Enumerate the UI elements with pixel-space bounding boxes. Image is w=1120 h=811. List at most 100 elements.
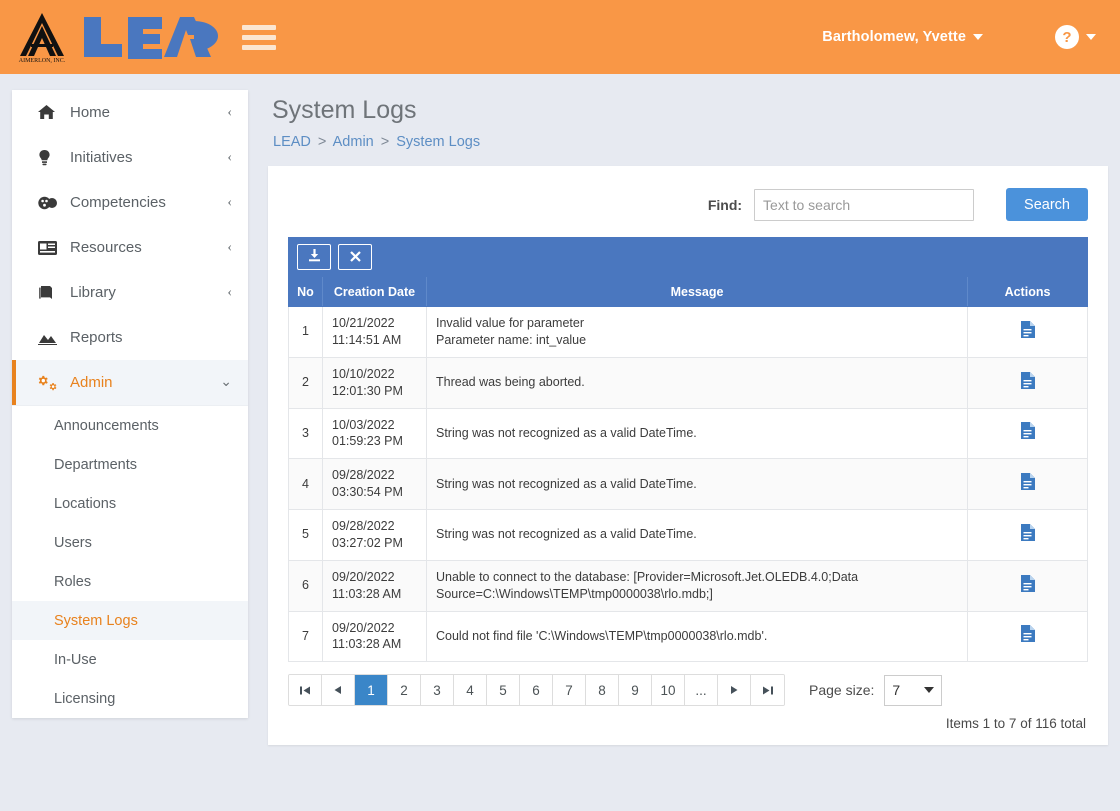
- pagination: 1 2 3 4 5 6 7 8 9 10 ...: [288, 674, 785, 707]
- breadcrumb-separator: >: [380, 134, 390, 150]
- breadcrumb-lead[interactable]: LEAD: [273, 134, 311, 150]
- pagination-next[interactable]: [718, 675, 751, 706]
- hamburger-bar: [242, 44, 276, 50]
- cell-no: 3: [288, 407, 323, 460]
- cell-actions: [967, 509, 1088, 561]
- sidebar-item-admin[interactable]: Admin ⌄: [12, 360, 248, 405]
- medal-icon: [38, 195, 62, 210]
- sidebar-item-departments[interactable]: Departments: [12, 445, 248, 484]
- document-icon[interactable]: [1020, 523, 1035, 546]
- cell-date: 09/20/2022 11:03:28 AM: [322, 559, 427, 612]
- sidebar-item-reports[interactable]: Reports: [12, 315, 248, 360]
- document-icon[interactable]: [1020, 422, 1035, 444]
- pagination-page-9[interactable]: 9: [619, 675, 652, 706]
- search-input[interactable]: [754, 188, 975, 221]
- table-row[interactable]: 1 10/21/2022 11:14:51 AM Invalid value f…: [288, 306, 1088, 358]
- sidebar-item-label: Competencies: [70, 194, 166, 211]
- document-icon[interactable]: [1020, 625, 1035, 647]
- column-header-actions[interactable]: Actions: [967, 277, 1088, 307]
- sidebar-item-roles[interactable]: Roles: [12, 562, 248, 601]
- pagination-page-10[interactable]: 10: [652, 675, 685, 706]
- sidebar-item-initiatives[interactable]: Initiatives ‹: [12, 135, 248, 180]
- app-header: AIMERLON, INC. Bartholomew, Yvette ?: [0, 0, 1120, 74]
- sidebar-item-resources[interactable]: Resources ‹: [12, 225, 248, 270]
- aimerlon-logo-icon: AIMERLON, INC.: [14, 10, 70, 64]
- sidebar-item-label: Resources: [70, 239, 142, 256]
- document-icon[interactable]: [1020, 320, 1035, 343]
- sidebar-subitem-label: Announcements: [54, 417, 159, 434]
- find-label: Find:: [707, 196, 743, 213]
- lead-wordmark-icon: [82, 15, 220, 59]
- pagination-page-3[interactable]: 3: [421, 675, 454, 706]
- cell-actions: [967, 407, 1088, 460]
- search-button[interactable]: Search: [1006, 188, 1088, 221]
- sidebar-subitem-label: In-Use: [54, 651, 97, 668]
- breadcrumb-separator: >: [317, 134, 327, 150]
- chevron-left-icon: ‹: [227, 239, 232, 255]
- pagination-page-1[interactable]: 1: [355, 675, 388, 706]
- page-size-control: Page size: 7: [809, 674, 943, 706]
- document-icon[interactable]: [1020, 574, 1035, 597]
- sidebar-item-locations[interactable]: Locations: [12, 484, 248, 523]
- chevron-left-icon: ‹: [227, 104, 232, 120]
- pagination-page-6[interactable]: 6: [520, 675, 553, 706]
- sidebar-subitem-label: Locations: [54, 495, 117, 512]
- page-size-select[interactable]: 7: [884, 674, 943, 706]
- chevron-down-icon: [1086, 34, 1096, 40]
- chevron-left-icon: ‹: [227, 194, 232, 210]
- sidebar-item-library[interactable]: Library ‹: [12, 270, 248, 315]
- user-menu[interactable]: Bartholomew, Yvette: [822, 29, 983, 45]
- pagination-page-7[interactable]: 7: [553, 675, 586, 706]
- table-row[interactable]: 2 10/10/2022 12:01:30 PM Thread was bein…: [288, 356, 1088, 409]
- sidebar-submenu-admin: Announcements Departments Locations User…: [12, 405, 248, 718]
- table-row[interactable]: 5 09/28/2022 03:27:02 PM String was not …: [288, 509, 1088, 561]
- main-content: System Logs LEAD > Admin > System Logs F…: [268, 96, 1108, 746]
- hamburger-icon[interactable]: [242, 20, 276, 54]
- sidebar-item-users[interactable]: Users: [12, 523, 248, 562]
- table-row[interactable]: 7 09/20/2022 11:03:28 AM Could not find …: [288, 610, 1088, 663]
- table-row[interactable]: 6 09/20/2022 11:03:28 AM Unable to conne…: [288, 559, 1088, 612]
- brand-logo[interactable]: AIMERLON, INC.: [0, 10, 220, 64]
- pagination-ellipsis[interactable]: ...: [685, 675, 718, 706]
- sidebar-item-competencies[interactable]: Competencies ‹: [12, 180, 248, 225]
- cell-date: 10/10/2022 12:01:30 PM: [322, 356, 427, 409]
- column-header-no[interactable]: No: [288, 277, 323, 307]
- column-header-date[interactable]: Creation Date: [322, 277, 427, 307]
- sidebar-item-licensing[interactable]: Licensing: [12, 679, 248, 718]
- pagination-page-8[interactable]: 8: [586, 675, 619, 706]
- cell-date: 10/03/2022 01:59:23 PM: [322, 407, 427, 460]
- sidebar-item-system-logs[interactable]: System Logs: [12, 601, 248, 640]
- sidebar-item-label: Initiatives: [70, 149, 133, 166]
- page-size-label: Page size:: [809, 682, 875, 699]
- export-download-button[interactable]: [297, 244, 331, 270]
- header-right: Bartholomew, Yvette ?: [822, 25, 1120, 49]
- content-card: Find: Search No Creation Date Mes: [268, 166, 1108, 746]
- cell-no: 1: [288, 306, 323, 358]
- pagination-first[interactable]: [289, 675, 322, 706]
- pagination-prev[interactable]: [322, 675, 355, 706]
- document-icon[interactable]: [1020, 371, 1035, 394]
- table-row[interactable]: 4 09/28/2022 03:30:54 PM String was not …: [288, 458, 1088, 510]
- cell-date: 09/28/2022 03:30:54 PM: [322, 458, 427, 510]
- cell-message: Unable to connect to the database: [Prov…: [426, 559, 968, 612]
- pagination-page-2[interactable]: 2: [388, 675, 421, 706]
- sidebar-item-in-use[interactable]: In-Use: [12, 640, 248, 679]
- help-menu[interactable]: ?: [1055, 25, 1096, 49]
- breadcrumb-system-logs[interactable]: System Logs: [396, 134, 480, 150]
- pagination-page-4[interactable]: 4: [454, 675, 487, 706]
- table-row[interactable]: 3 10/03/2022 01:59:23 PM String was not …: [288, 407, 1088, 460]
- clear-filter-button[interactable]: [338, 244, 372, 270]
- document-icon[interactable]: [1020, 473, 1035, 495]
- sidebar-item-label: Admin: [70, 374, 113, 391]
- page-size-value: 7: [892, 682, 901, 699]
- column-header-message[interactable]: Message: [426, 277, 968, 307]
- cell-message: Invalid value for parameter Parameter na…: [426, 306, 968, 358]
- sidebar-subitem-label: System Logs: [54, 612, 138, 629]
- lightbulb-icon: [38, 149, 62, 166]
- pagination-last[interactable]: [751, 675, 784, 706]
- breadcrumb-admin[interactable]: Admin: [333, 134, 374, 150]
- pagination-page-5[interactable]: 5: [487, 675, 520, 706]
- sidebar-item-announcements[interactable]: Announcements: [12, 406, 248, 445]
- cell-message: String was not recognized as a valid Dat…: [426, 458, 968, 510]
- sidebar-item-home[interactable]: Home ‹: [12, 90, 248, 135]
